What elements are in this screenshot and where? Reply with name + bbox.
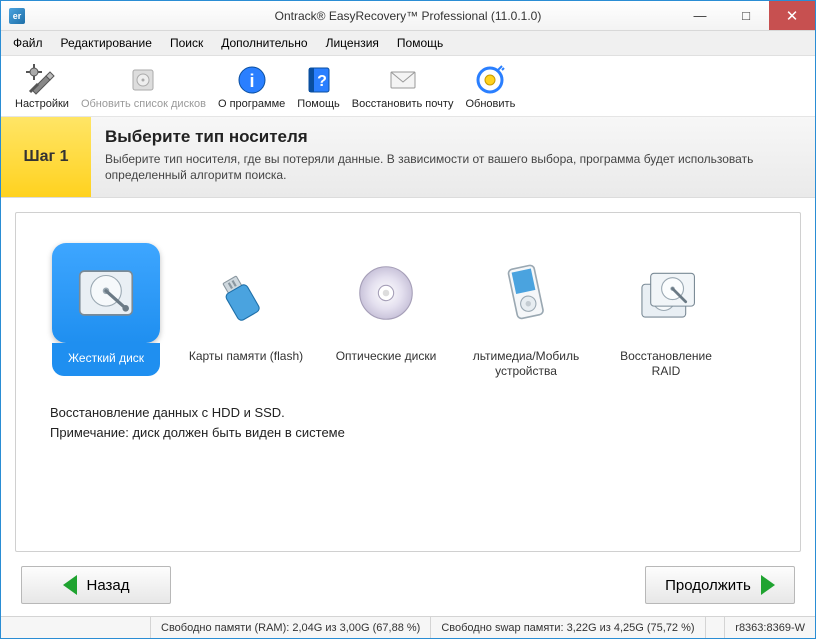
minimize-button[interactable]: — xyxy=(677,1,723,30)
menu-extra[interactable]: Дополнительно xyxy=(213,33,315,53)
menu-search[interactable]: Поиск xyxy=(162,33,211,53)
step-badge: Шаг 1 xyxy=(1,117,91,197)
back-button[interactable]: Назад xyxy=(21,566,171,604)
toolbar-recover-mail-label: Восстановить почту xyxy=(352,98,454,110)
settings-icon xyxy=(26,64,58,96)
menu-license[interactable]: Лицензия xyxy=(318,33,387,53)
status-bar: Свободно памяти (RAM): 2,04G из 3,00G (6… xyxy=(1,616,815,638)
status-spacer xyxy=(1,617,151,638)
optical-icon xyxy=(332,243,440,343)
media-hdd[interactable]: Жесткий диск xyxy=(46,243,166,379)
media-mobile[interactable]: льтимедиа/Мобиль устройства xyxy=(466,243,586,379)
step-subtitle: Выберите тип носителя, где вы потеряли д… xyxy=(105,151,801,183)
info-icon: i xyxy=(236,64,268,96)
help-icon: ? xyxy=(303,64,335,96)
next-button[interactable]: Продолжить xyxy=(645,566,795,604)
toolbar: Настройки Обновить список дисков i О про… xyxy=(1,56,815,117)
mail-icon xyxy=(387,64,419,96)
media-raid-label: Восстановление RAID xyxy=(606,349,726,379)
media-flash-label: Карты памяти (flash) xyxy=(189,349,303,379)
arrow-left-icon xyxy=(63,575,77,595)
toolbar-about[interactable]: i О программе xyxy=(212,62,291,114)
next-button-label: Продолжить xyxy=(665,577,751,594)
menu-bar: Файл Редактирование Поиск Дополнительно … xyxy=(1,31,815,56)
step-header: Шаг 1 Выберите тип носителя Выберите тип… xyxy=(1,117,815,198)
toolbar-refresh-disks[interactable]: Обновить список дисков xyxy=(75,62,212,114)
hdd-icon xyxy=(52,243,160,343)
toolbar-help-label: Помощь xyxy=(297,98,340,110)
media-optical-label: Оптические диски xyxy=(336,349,437,379)
media-flash[interactable]: Карты памяти (flash) xyxy=(186,243,306,379)
media-hdd-label: Жесткий диск xyxy=(52,343,160,376)
media-description-line2: Примечание: диск должен быть виден в сис… xyxy=(50,423,770,443)
status-swap: Свободно swap памяти: 3,22G из 4,25G (75… xyxy=(431,617,705,638)
step-title: Выберите тип носителя xyxy=(105,127,801,147)
media-type-panel: Жесткий диск Карты памяти (flash) Оптиче… xyxy=(15,212,801,552)
window-titlebar: er Ontrack® EasyRecovery™ Professional (… xyxy=(1,1,815,31)
back-button-label: Назад xyxy=(87,577,130,594)
maximize-button[interactable]: □ xyxy=(723,1,769,30)
media-mobile-label: льтимедиа/Мобиль устройства xyxy=(466,349,586,379)
media-raid[interactable]: Восстановление RAID xyxy=(606,243,726,379)
toolbar-settings-label: Настройки xyxy=(15,98,69,110)
svg-text:?: ? xyxy=(317,73,327,90)
toolbar-settings[interactable]: Настройки xyxy=(9,62,75,114)
arrow-right-icon xyxy=(761,575,775,595)
disk-refresh-icon xyxy=(127,64,159,96)
toolbar-recover-mail[interactable]: Восстановить почту xyxy=(346,62,460,114)
status-build: r8363:8369-W xyxy=(724,617,815,638)
flash-icon xyxy=(192,243,300,343)
toolbar-about-label: О программе xyxy=(218,98,285,110)
close-button[interactable]: ✕ xyxy=(769,1,815,30)
media-description: Восстановление данных c HDD и SSD. Приме… xyxy=(50,403,770,442)
menu-help[interactable]: Помощь xyxy=(389,33,451,53)
app-icon: er xyxy=(9,8,25,24)
toolbar-refresh-disks-label: Обновить список дисков xyxy=(81,98,206,110)
menu-edit[interactable]: Редактирование xyxy=(53,33,160,53)
toolbar-update[interactable]: Обновить xyxy=(460,62,522,114)
update-icon xyxy=(474,64,506,96)
menu-file[interactable]: Файл xyxy=(5,33,51,53)
media-description-line1: Восстановление данных c HDD и SSD. xyxy=(50,403,770,423)
toolbar-help[interactable]: ? Помощь xyxy=(291,62,346,114)
status-ram: Свободно памяти (RAM): 2,04G из 3,00G (6… xyxy=(151,617,431,638)
mobile-icon xyxy=(472,243,580,343)
svg-text:i: i xyxy=(249,71,254,91)
raid-icon xyxy=(612,243,720,343)
media-optical[interactable]: Оптические диски xyxy=(326,243,446,379)
toolbar-update-label: Обновить xyxy=(466,98,516,110)
